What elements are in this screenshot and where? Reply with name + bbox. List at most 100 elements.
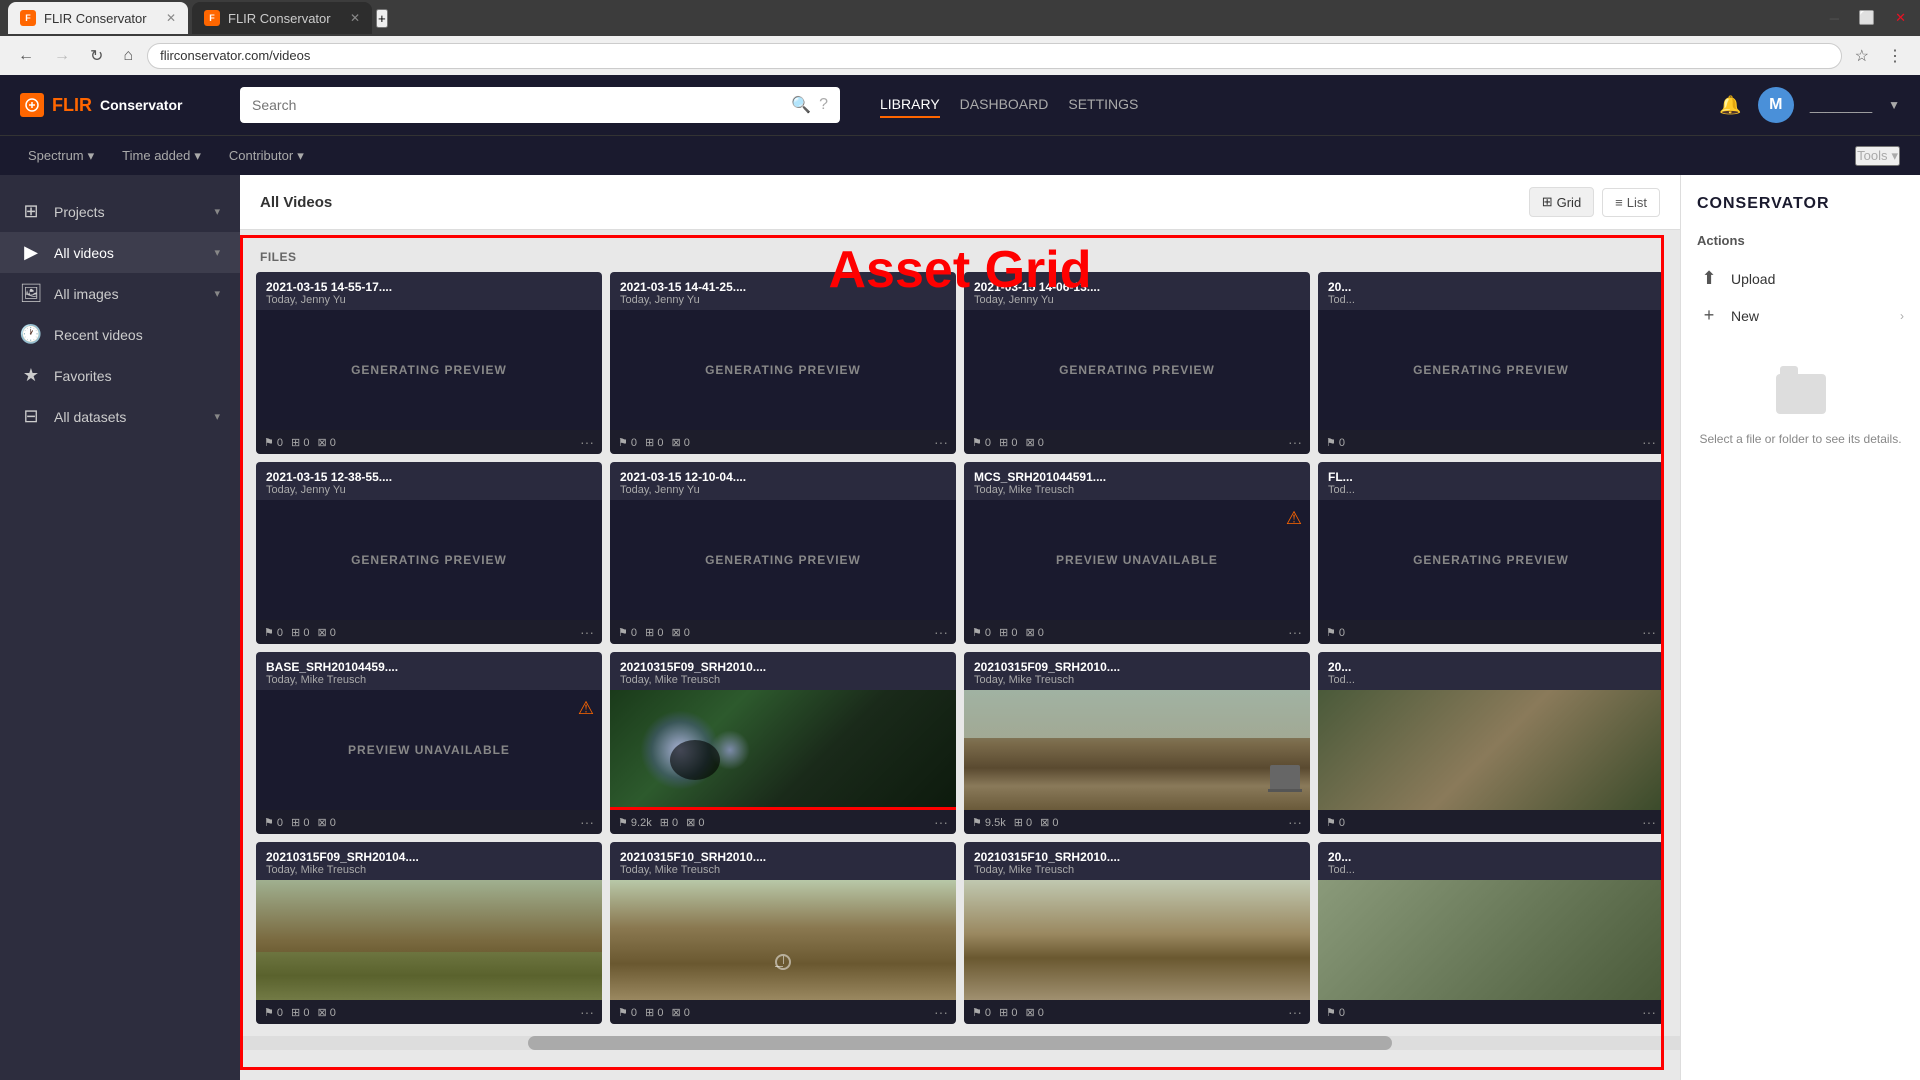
- user-dropdown-arrow[interactable]: ▼: [1888, 98, 1900, 112]
- time-added-chevron-icon: ▾: [194, 148, 201, 164]
- asset-card-13-date: Today, Mike Treusch: [266, 864, 592, 876]
- asset-card-11-footer: ⚑ 9.5k ⊞ 0 ⊠ 0 ···: [964, 810, 1310, 834]
- asset-card-6-stat-2: ⊞ 0: [645, 626, 663, 639]
- asset-card-11-more[interactable]: ···: [1288, 814, 1302, 830]
- notification-button[interactable]: 🔔: [1719, 95, 1741, 116]
- nav-link-settings[interactable]: SETTINGS: [1068, 92, 1138, 118]
- asset-card-15[interactable]: 20210315F10_SRH2010.... Today, Mike Treu…: [964, 842, 1310, 1024]
- refresh-button[interactable]: ↻: [84, 42, 109, 70]
- search-input[interactable]: [252, 97, 783, 113]
- browser-tab-1[interactable]: F FLIR Conservator ✕: [8, 2, 188, 34]
- asset-card-11[interactable]: 20210315F09_SRH2010.... Today, Mike Treu…: [964, 652, 1310, 834]
- browser-tab-2[interactable]: F FLIR Conservator ✕: [192, 2, 372, 34]
- tab-close-1[interactable]: ✕: [166, 11, 176, 25]
- search-icon[interactable]: 🔍: [791, 95, 811, 115]
- user-avatar[interactable]: M: [1758, 87, 1794, 123]
- asset-card-2[interactable]: 2021-03-15 14-41-25.... Today, Jenny Yu …: [610, 272, 956, 454]
- asset-card-15-stat-3: ⊠ 0: [1025, 1006, 1043, 1019]
- sidebar-item-projects[interactable]: ⊞ Projects ▾: [0, 191, 240, 232]
- asset-card-15-more[interactable]: ···: [1288, 1004, 1302, 1020]
- asset-card-6-more[interactable]: ···: [934, 624, 948, 640]
- address-bar[interactable]: flirconservator.com/videos: [147, 43, 1842, 69]
- asset-card-3-stat-2: ⊞ 0: [999, 436, 1017, 449]
- asset-card-13[interactable]: 20210315F09_SRH20104.... Today, Mike Tre…: [256, 842, 602, 1024]
- asset-card-14-header: 20210315F10_SRH2010.... Today, Mike Treu…: [610, 842, 956, 880]
- sidebar-item-all-videos[interactable]: ▶ All videos ▾: [0, 232, 240, 273]
- list-view-button[interactable]: ≡ List: [1602, 188, 1660, 217]
- asset-card-5[interactable]: 2021-03-15 12-38-55.... Today, Jenny Yu …: [256, 462, 602, 644]
- asset-card-1-more[interactable]: ···: [580, 434, 594, 450]
- grid-icon: ⊞: [1542, 194, 1553, 210]
- asset-card-16-more[interactable]: ···: [1642, 1004, 1656, 1020]
- new-action[interactable]: + New ›: [1697, 297, 1904, 334]
- nav-link-library[interactable]: LIBRARY: [880, 92, 940, 118]
- help-icon[interactable]: ?: [819, 96, 828, 114]
- asset-card-16[interactable]: 20... Tod... ⚑ 0 ···: [1318, 842, 1664, 1024]
- tab-close-2[interactable]: ✕: [350, 11, 360, 25]
- close-button[interactable]: ✕: [1889, 6, 1912, 30]
- sidebar-item-label-all-datasets: All datasets: [54, 409, 126, 425]
- asset-card-14[interactable]: 20210315F10_SRH2010.... Today, Mike Treu…: [610, 842, 956, 1024]
- asset-card-7[interactable]: MCS_SRH201044591.... Today, Mike Treusch…: [964, 462, 1310, 644]
- horizontal-scrollbar[interactable]: [240, 1036, 1680, 1050]
- upload-action[interactable]: ⬆ Upload: [1697, 260, 1904, 297]
- flir-logo-icon: [20, 93, 44, 117]
- all-datasets-icon: ⊟: [20, 406, 42, 427]
- asset-card-14-more[interactable]: ···: [934, 1004, 948, 1020]
- logo-conservator: Conservator: [100, 97, 182, 113]
- grid-view-button[interactable]: ⊞ Grid: [1529, 187, 1594, 217]
- sidebar-item-favorites[interactable]: ★ Favorites: [0, 355, 240, 396]
- asset-card-6[interactable]: 2021-03-15 12-10-04.... Today, Jenny Yu …: [610, 462, 956, 644]
- settings-menu-button[interactable]: ⋮: [1882, 44, 1908, 68]
- sidebar-item-all-images[interactable]: 🖼 All images ▾: [0, 273, 240, 314]
- asset-card-15-header: 20210315F10_SRH2010.... Today, Mike Treu…: [964, 842, 1310, 880]
- asset-card-4[interactable]: 20... Tod... GENERATING PREVIEW ⚑ 0 ···: [1318, 272, 1664, 454]
- asset-card-8-date: Tod...: [1328, 484, 1654, 496]
- sidebar-item-label-all-images: All images: [54, 286, 119, 302]
- search-bar[interactable]: 🔍 ?: [240, 87, 840, 123]
- home-button[interactable]: ⌂: [117, 43, 139, 69]
- asset-card-7-more[interactable]: ···: [1288, 624, 1302, 640]
- asset-card-3-more[interactable]: ···: [1288, 434, 1302, 450]
- star-button[interactable]: ☆: [1850, 44, 1874, 68]
- asset-card-13-more[interactable]: ···: [580, 1004, 594, 1020]
- maximize-button[interactable]: ⬜: [1853, 6, 1881, 30]
- forward-button[interactable]: →: [48, 43, 76, 69]
- user-name[interactable]: ________: [1810, 97, 1872, 113]
- sidebar-item-recent-videos[interactable]: 🕐 Recent videos: [0, 314, 240, 355]
- time-added-filter[interactable]: Time added ▾: [114, 144, 209, 168]
- minimize-button[interactable]: ─: [1824, 7, 1845, 30]
- asset-card-2-preview-text: GENERATING PREVIEW: [705, 363, 861, 377]
- tools-button[interactable]: Tools ▾: [1855, 146, 1900, 166]
- asset-card-4-date: Tod...: [1328, 294, 1654, 306]
- asset-card-5-stat-3: ⊠ 0: [317, 626, 335, 639]
- asset-card-10-more[interactable]: ···: [934, 814, 948, 830]
- asset-card-12[interactable]: 20... Tod... ⚑ 0 ···: [1318, 652, 1664, 834]
- asset-card-6-footer: ⚑ 0 ⊞ 0 ⊠ 0 ···: [610, 620, 956, 644]
- asset-card-10-header: 20210315F09_SRH2010.... Today, Mike Treu…: [610, 652, 956, 690]
- asset-card-2-more[interactable]: ···: [934, 434, 948, 450]
- horizontal-scrollbar-thumb[interactable]: [528, 1036, 1392, 1050]
- asset-card-5-more[interactable]: ···: [580, 624, 594, 640]
- contributor-filter[interactable]: Contributor ▾: [221, 144, 312, 168]
- asset-card-4-more[interactable]: ···: [1642, 434, 1656, 450]
- asset-card-9-more[interactable]: ···: [580, 814, 594, 830]
- asset-card-8-title: FL...: [1328, 470, 1654, 484]
- asset-card-10[interactable]: 20210315F09_SRH2010.... Today, Mike Treu…: [610, 652, 956, 834]
- asset-card-6-date: Today, Jenny Yu: [620, 484, 946, 496]
- asset-card-8[interactable]: FL... Tod... GENERATING PREVIEW ⚑ 0 ···: [1318, 462, 1664, 644]
- back-button[interactable]: ←: [12, 43, 40, 69]
- asset-card-12-more[interactable]: ···: [1642, 814, 1656, 830]
- spectrum-filter[interactable]: Spectrum ▾: [20, 144, 102, 168]
- sidebar-item-all-datasets[interactable]: ⊟ All datasets ▾: [0, 396, 240, 437]
- asset-card-3[interactable]: 2021-03-15 14-06-13.... Today, Jenny Yu …: [964, 272, 1310, 454]
- nav-link-dashboard[interactable]: DASHBOARD: [960, 92, 1049, 118]
- asset-card-13-stat-2: ⊞ 0: [291, 1006, 309, 1019]
- asset-card-1-header: 2021-03-15 14-55-17.... Today, Jenny Yu: [256, 272, 602, 310]
- asset-card-9[interactable]: BASE_SRH20104459.... Today, Mike Treusch…: [256, 652, 602, 834]
- asset-card-11-date: Today, Mike Treusch: [974, 674, 1300, 686]
- asset-card-5-title: 2021-03-15 12-38-55....: [266, 470, 592, 484]
- asset-card-8-more[interactable]: ···: [1642, 624, 1656, 640]
- new-tab-button[interactable]: +: [376, 9, 388, 28]
- asset-card-1[interactable]: 2021-03-15 14-55-17.... Today, Jenny Yu …: [256, 272, 602, 454]
